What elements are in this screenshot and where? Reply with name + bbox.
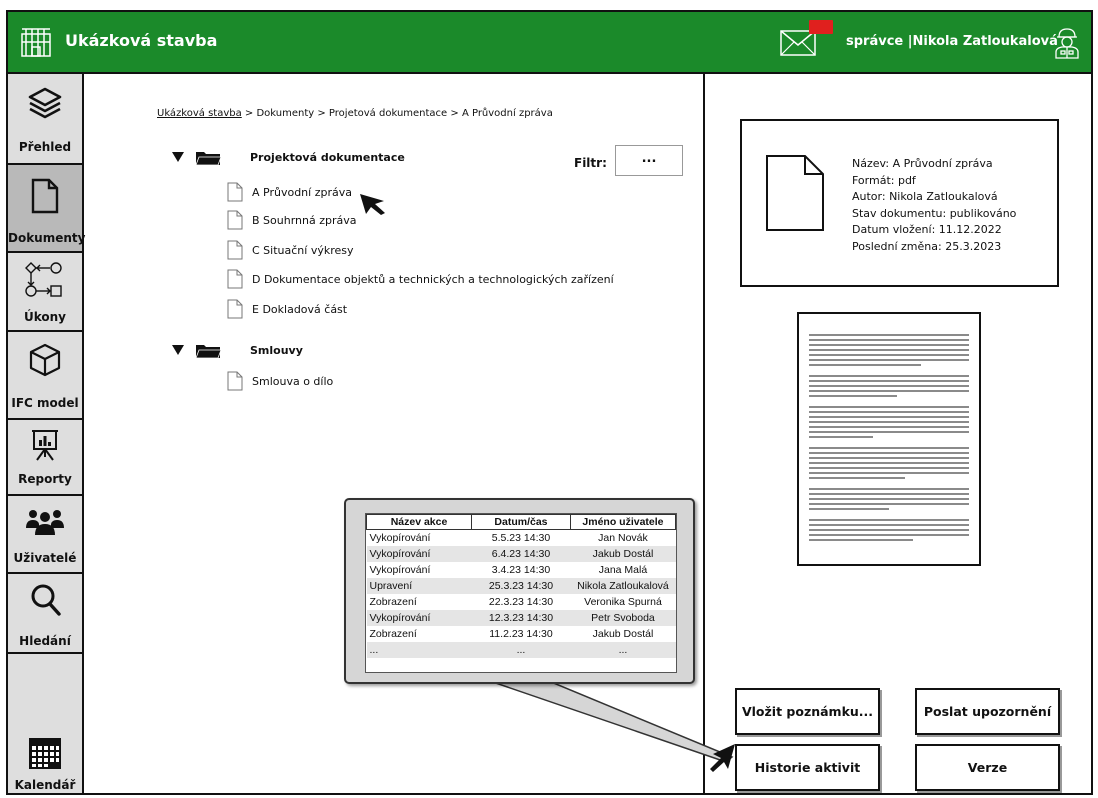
doc-info-author: Autor: Nikola Zatloukalová (852, 190, 998, 203)
cell-action: Zobrazení (369, 595, 417, 608)
doc-info-uploaded: Datum vložení: 11.12.2022 (852, 223, 1002, 236)
user-info[interactable]: správce |Nikola Zatloukalová (846, 34, 1058, 49)
cell-datetime: 12.3.23 14:30 (471, 609, 571, 626)
doc-info-format: Formát: pdf (852, 173, 916, 187)
document-preview[interactable] (797, 312, 981, 566)
add-note-button[interactable]: Vložit poznámku... (735, 688, 880, 735)
cell-user: Petr Svoboda (570, 609, 676, 626)
cell-action: Vykopírování (369, 563, 431, 576)
activity-history-button[interactable]: Historie aktivit (735, 744, 880, 791)
cell-user: ... (570, 641, 676, 658)
doc-info-modified: Poslední změna: 25.3.2023 (852, 239, 1002, 253)
versions-button[interactable]: Verze (915, 744, 1060, 791)
layers-icon (28, 87, 62, 119)
cell-action: Upravení (366, 577, 472, 594)
sidebar-item-label: Uživatelé (13, 551, 77, 565)
sidebar-item-label: Úkony (23, 310, 66, 324)
activity-table-container: Název akce Datum/čas Jméno uživatele Vyk… (365, 513, 677, 673)
table-row: Vykopírování 3.4.23 14:30 Jana Malá (367, 562, 676, 578)
workflow-icon (25, 262, 62, 297)
column-header-user: Jméno uživatele (569, 514, 676, 530)
app-title: Ukázková stavba (65, 31, 218, 50)
cell-user: Veronika Spurná (584, 595, 662, 608)
send-notification-button[interactable]: Poslat upozornění (915, 688, 1060, 735)
cell-action: Vykopírování (369, 531, 431, 544)
sidebar-item-label: Kalendář (14, 778, 76, 792)
top-bar: Ukázková stavba správce |Nikola Zatlouka… (8, 12, 1091, 74)
app-window: Ukázková stavba správce |Nikola Zatlouka… (6, 10, 1093, 795)
doc-info-name: Název: A Průvodní zpráva (852, 157, 993, 170)
activity-history-popup: Název akce Datum/čas Jméno uživatele Vyk… (344, 498, 695, 684)
document-icon (766, 155, 824, 231)
sidebar-item-label: IFC model (11, 396, 79, 410)
calendar-icon (29, 738, 61, 769)
sidebar-item-label: Dokumenty (8, 231, 86, 245)
sidebar-item-prehled[interactable]: Přehled (8, 74, 82, 165)
users-icon (26, 510, 64, 535)
sidebar-item-reporty[interactable]: Reporty (8, 420, 82, 496)
cell-user: Jakub Dostál (570, 545, 676, 562)
doc-info-status: Stav dokumentu: publikováno (852, 206, 1017, 220)
cell-datetime: 3.4.23 14:30 (491, 563, 551, 576)
sidebar-item-label: Reporty (18, 472, 72, 486)
table-row: ......... (366, 641, 676, 658)
callout-pointer (483, 678, 734, 763)
document-info-box: Název: A Průvodní zpráva Formát: pdf Aut… (740, 119, 1059, 287)
cube-icon (29, 343, 61, 377)
document-info-lines: Název: A Průvodní zpráva Formát: pdf Aut… (852, 156, 1016, 255)
sidebar-item-kalendar[interactable]: Kalendář (8, 654, 82, 793)
table-row: Zobrazení 11.2.23 14:30 Jakub Dostál (367, 626, 676, 642)
sidebar-item-ukony[interactable]: Úkony (8, 253, 82, 332)
sidebar-item-hledani[interactable]: Hledání (8, 574, 82, 654)
cell-datetime: 22.3.23 14:30 (488, 595, 554, 608)
worker-avatar-icon[interactable] (1054, 27, 1080, 59)
table-row: Vykopírování 5.5.23 14:30 Jan Novák (367, 530, 676, 546)
cell-datetime: 11.2.23 14:30 (489, 627, 553, 640)
presentation-icon (32, 430, 58, 461)
document-detail-panel: Název: A Průvodní zpráva Formát: pdf Aut… (705, 74, 1091, 793)
building-site-icon (21, 28, 51, 57)
sidebar-item-dokumenty[interactable]: Dokumenty (8, 165, 86, 253)
cell-user: Jakub Dostál (592, 627, 654, 640)
notification-badge (809, 20, 833, 34)
sidebar: Přehled Dokumenty Úkony IFC model Report… (8, 74, 86, 793)
table-row: Vykopírování 6.4.23 14:30 Jakub Dostál (366, 545, 676, 562)
cell-action: Zobrazení (369, 627, 417, 640)
cell-datetime: 25.3.23 14:30 (471, 577, 571, 594)
column-header-datetime: Datum/čas (471, 514, 571, 530)
column-header-action: Název akce (366, 514, 473, 530)
sidebar-item-ifc-model[interactable]: IFC model (8, 332, 82, 420)
documents-panel: Ukázková stavba > Dokumenty > Projetová … (84, 74, 734, 793)
search-icon (31, 584, 61, 616)
sidebar-item-label: Hledání (19, 634, 71, 648)
cell-action: Vykopírování (366, 609, 472, 626)
cell-action: ... (366, 641, 472, 658)
cell-user: Jana Malá (598, 563, 648, 576)
sidebar-item-uzivatele[interactable]: Uživatelé (8, 496, 82, 574)
cell-user: Nikola Zatloukalová (570, 577, 676, 594)
table-row: Vykopírování 12.3.23 14:30 Petr Svoboda (366, 609, 676, 626)
table-row: Upravení 25.3.23 14:30 Nikola Zatloukalová (366, 577, 676, 594)
cell-datetime: 6.4.23 14:30 (471, 545, 571, 562)
cell-action: Vykopírování (366, 545, 472, 562)
sidebar-item-label: Přehled (18, 140, 72, 154)
table-row: Zobrazení 22.3.23 14:30 Veronika Spurná (367, 594, 676, 610)
activity-table: Název akce Datum/čas Jméno uživatele Vyk… (366, 514, 676, 658)
cell-datetime: ... (471, 641, 571, 658)
cell-user: Jan Novák (598, 531, 648, 544)
document-icon (31, 178, 59, 214)
cell-datetime: 5.5.23 14:30 (491, 531, 551, 544)
mouse-cursor-icon (710, 744, 735, 772)
